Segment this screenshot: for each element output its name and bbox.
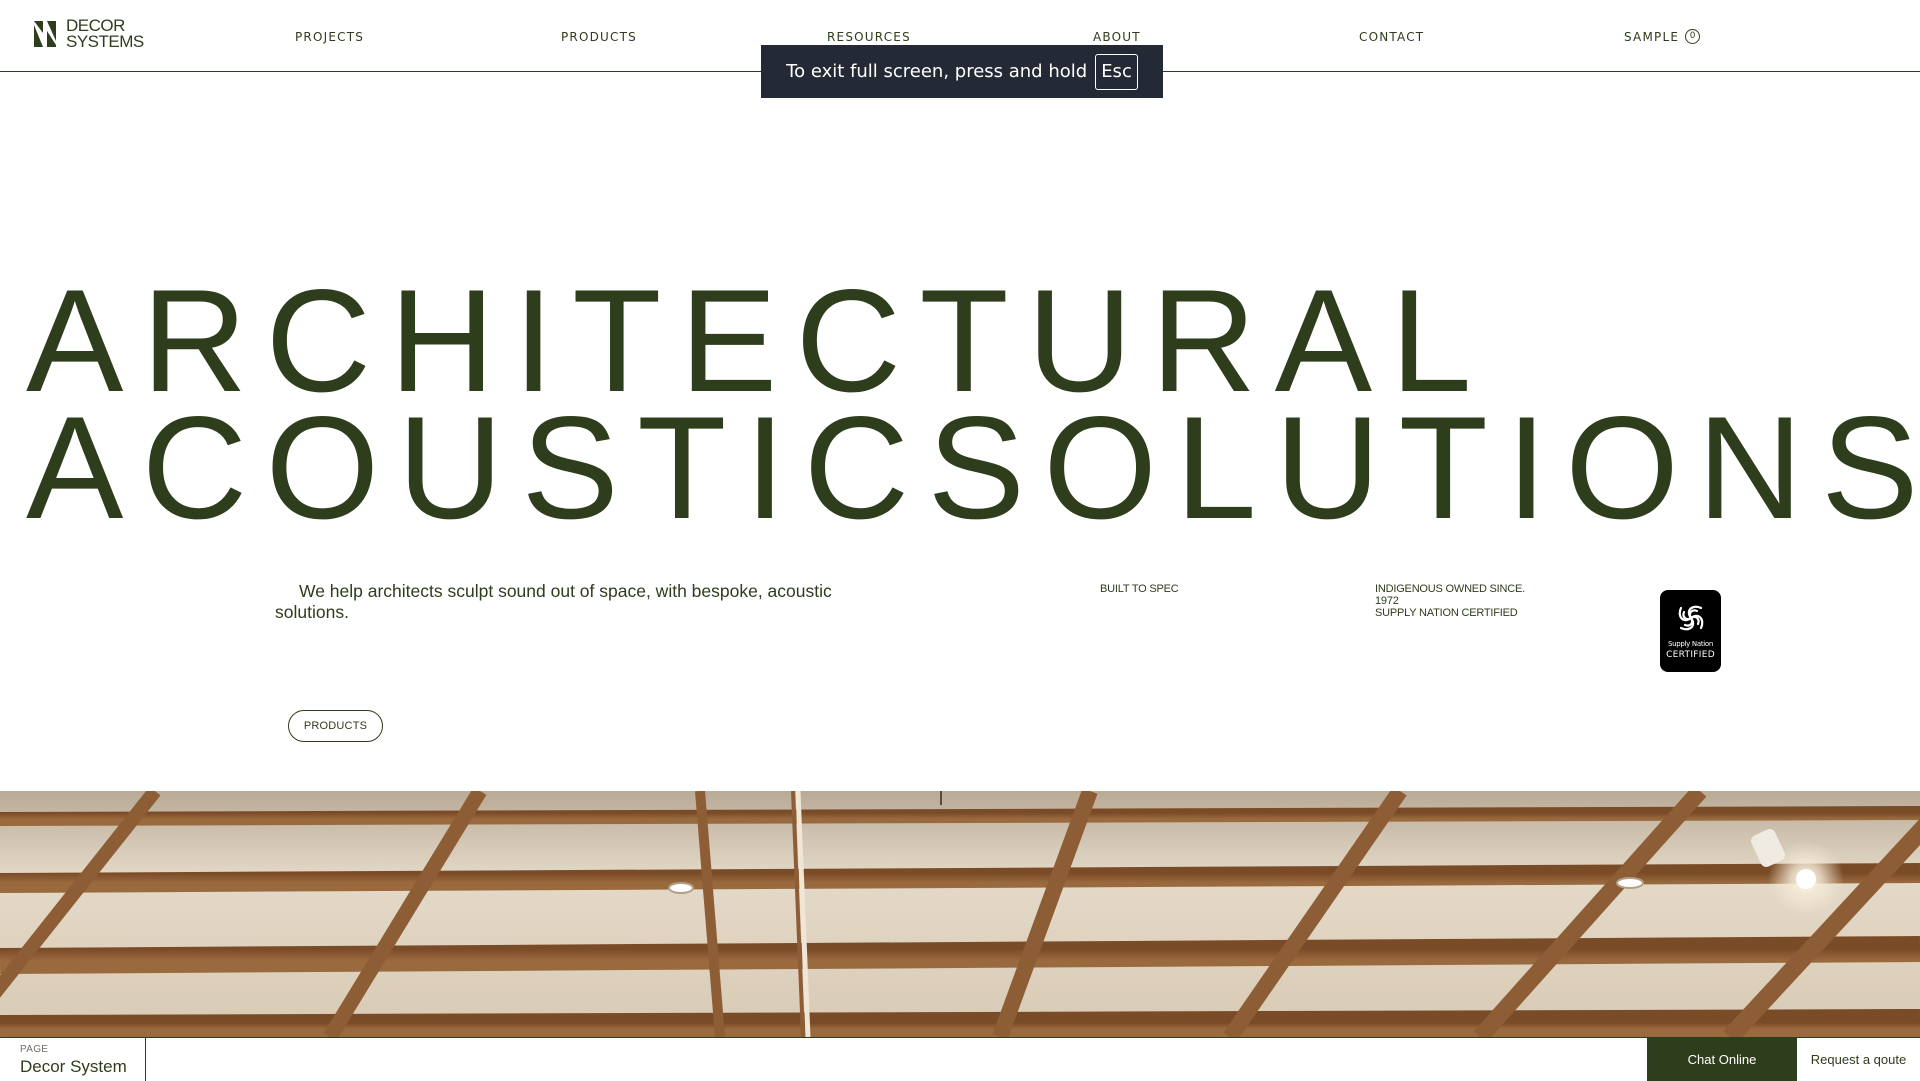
feature-indigenous-owned: INDIGENOUS OWNED SINCE. 1972 SUPPLY NATI… xyxy=(1375,583,1525,619)
nav-products[interactable]: PRODUCTS xyxy=(561,30,637,44)
supply-nation-certified-badge: Supply Nation CERTIFIED xyxy=(1660,590,1721,672)
badge-line2: CERTIFIED xyxy=(1666,650,1715,660)
decor-systems-logo-icon xyxy=(34,21,56,47)
current-page-indicator: PAGE Decor System xyxy=(0,1038,146,1081)
hero-tagline: We help architects sculpt sound out of s… xyxy=(275,581,832,622)
indigenous-line3: SUPPLY NATION CERTIFIED xyxy=(1375,607,1518,619)
products-cta-button[interactable]: PRODUCTS xyxy=(288,710,383,742)
chat-online-button[interactable]: Chat Online xyxy=(1647,1038,1797,1081)
nav-projects[interactable]: PROJECTS xyxy=(295,30,364,44)
esc-key-hint: Esc xyxy=(1095,53,1138,90)
indigenous-line2: 1972 xyxy=(1375,595,1399,607)
feature-built-to-spec: BUILT TO SPEC xyxy=(1100,583,1179,595)
ceiling-hero-image xyxy=(0,791,1920,1037)
brand-name-line2: SYSTEMS xyxy=(66,32,144,51)
nav-sample-label: SAMPLE xyxy=(1624,30,1680,44)
fullscreen-notice-text: To exit full screen, press and hold xyxy=(786,61,1088,82)
nav-contact[interactable]: CONTACT xyxy=(1359,30,1424,44)
indigenous-line1: INDIGENOUS OWNED SINCE. xyxy=(1375,583,1526,595)
hero-title-line2: ACOUSTICSOLUTIONS xyxy=(26,386,1920,549)
supply-nation-swirl-icon xyxy=(1678,605,1703,631)
request-quote-button[interactable]: Request a qoute xyxy=(1797,1038,1920,1081)
page-label: PAGE xyxy=(20,1044,49,1055)
fullscreen-exit-notice: To exit full screen, press and hold Esc xyxy=(761,45,1163,98)
brand-logo[interactable]: DECOR SYSTEMS xyxy=(32,17,144,51)
nav-resources[interactable]: RESOURCES xyxy=(827,30,911,44)
nav-sample[interactable]: SAMPLE 0 xyxy=(1624,29,1701,45)
sample-count-badge: 0 xyxy=(1685,29,1701,44)
page-name: Decor System xyxy=(20,1057,127,1076)
bottom-bar: PAGE Decor System Chat Online Request a … xyxy=(0,1037,1920,1081)
badge-line1: Supply Nation xyxy=(1667,640,1714,648)
nav-about[interactable]: ABOUT xyxy=(1093,30,1141,44)
brand-name: DECOR SYSTEMS xyxy=(66,17,144,51)
